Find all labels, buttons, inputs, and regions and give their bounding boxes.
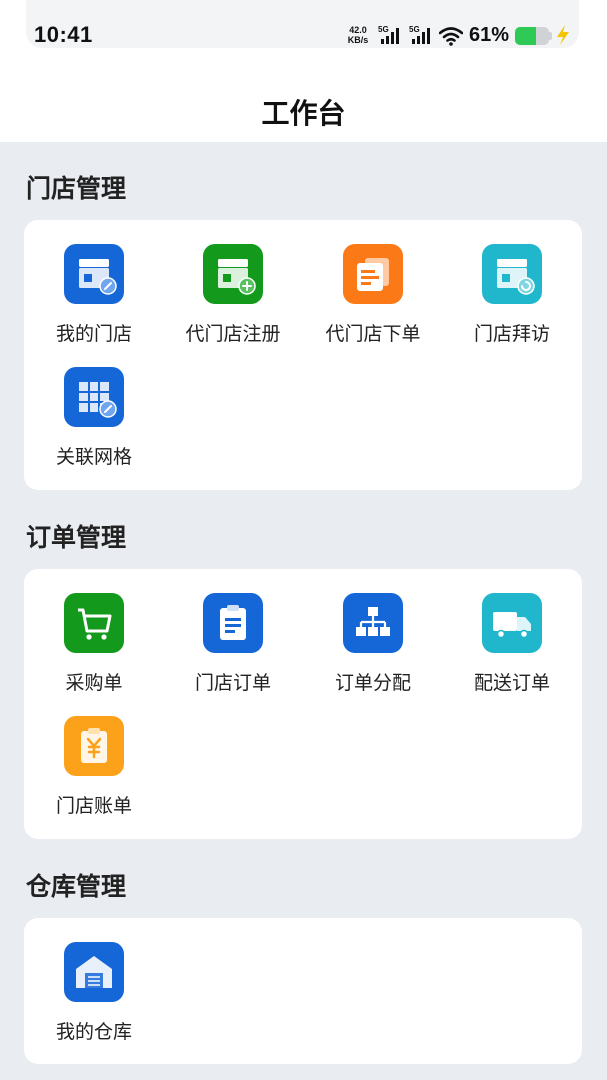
truck-icon (482, 593, 542, 653)
documents-icon (343, 244, 403, 304)
warehouse-icon (64, 942, 124, 1002)
grid-item-label: 门店账单 (55, 795, 132, 817)
grid-item-order-assign[interactable]: 订单分配 (303, 593, 443, 703)
grid-item-label: 门店订单 (194, 672, 271, 694)
order-management-card: 采购单 门店订单 订单分配 配送订单 门店账单 (24, 569, 582, 839)
grid-item-label: 代门店注册 (185, 323, 281, 345)
grid-item-label: 采购单 (65, 672, 123, 694)
grid-item-label: 我的仓库 (55, 1021, 132, 1043)
grid-item-label: 关联网格 (55, 446, 132, 468)
grid-item-label: 代门店下单 (325, 323, 421, 345)
battery-percent: 61% (469, 24, 510, 46)
grid-item-my-warehouse[interactable]: 我的仓库 (24, 942, 164, 1052)
section-title-store-management: 门店管理 (26, 174, 127, 203)
wifi-icon (439, 27, 463, 46)
grid-item-label: 门店拜访 (473, 323, 550, 345)
grid-item-store-bills[interactable]: 门店账单 (24, 716, 164, 826)
charging-bolt-icon (557, 25, 569, 45)
store-management-card: 我的门店 代门店注册 代门店下单 门店拜访 关联网格 (24, 220, 582, 490)
grid-item-store-visit[interactable]: 门店拜访 (442, 244, 582, 354)
sim2-network-type: 5G (409, 25, 420, 34)
battery-icon (515, 27, 549, 45)
org-chart-icon (343, 593, 403, 653)
grid-item-purchase-order[interactable]: 采购单 (24, 593, 164, 703)
store-link-icon (64, 244, 124, 304)
signal-icon: 5G (378, 25, 404, 45)
grid-item-label: 订单分配 (334, 672, 411, 694)
store-add-icon (203, 244, 263, 304)
top-area: 10:41 42.0 KB/s 5G 5G 61% 工作台 (0, 0, 607, 142)
page-title: 工作台 (261, 97, 346, 130)
grid-item-label: 配送订单 (473, 672, 550, 694)
section-title-order-management: 订单管理 (26, 523, 127, 552)
bill-yen-icon (64, 716, 124, 776)
signal-icon-2: 5G (409, 25, 435, 45)
grid-item-link-grid[interactable]: 关联网格 (24, 367, 164, 477)
grid-item-my-store[interactable]: 我的门店 (24, 244, 164, 354)
grid-item-store-orders[interactable]: 门店订单 (163, 593, 303, 703)
battery-level-fill (515, 27, 536, 45)
grid-item-delivery-orders[interactable]: 配送订单 (442, 593, 582, 703)
grid-item-label: 我的门店 (55, 323, 132, 345)
sim1-network-type: 5G (378, 25, 389, 34)
store-visit-icon (482, 244, 542, 304)
grid-item-store-register[interactable]: 代门店注册 (163, 244, 303, 354)
network-speed-value: 42.0 (349, 25, 367, 35)
battery-tip (549, 32, 552, 40)
status-time: 10:41 (34, 22, 93, 47)
grid-link-icon (64, 367, 124, 427)
grid-item-store-order[interactable]: 代门店下单 (303, 244, 443, 354)
network-speed-unit: KB/s (347, 35, 369, 45)
network-speed: 42.0 KB/s (343, 25, 373, 45)
cart-icon (64, 593, 124, 653)
status-bar: 10:41 42.0 KB/s 5G 5G 61% (26, 0, 579, 48)
clipboard-icon (203, 593, 263, 653)
warehouse-management-card: 我的仓库 (24, 918, 582, 1064)
section-title-warehouse-management: 仓库管理 (26, 872, 127, 901)
